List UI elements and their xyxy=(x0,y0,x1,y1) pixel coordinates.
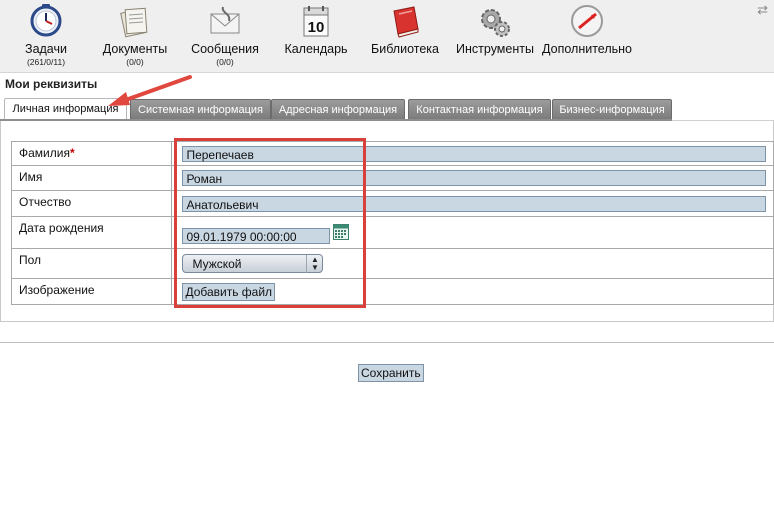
toolbar-tasks-count: (261/0/11) xyxy=(26,57,66,67)
toolbar-library[interactable]: Библиотека xyxy=(366,0,444,72)
toolbar-calendar-label: Календарь xyxy=(284,42,348,56)
footer-divider xyxy=(0,342,774,343)
gears-icon xyxy=(481,9,510,37)
last-name-label: Фамилия* xyxy=(10,141,173,166)
last-name-label-text: Фамилия xyxy=(19,146,70,160)
toolbar-documents-count: (0/0) xyxy=(126,57,144,67)
toolbar-documents[interactable]: Документы (0/0) xyxy=(98,0,172,72)
book-icon xyxy=(393,6,419,38)
toolbar-more[interactable]: Дополнительно xyxy=(539,0,635,72)
calendar-picker-icon[interactable] xyxy=(333,223,350,240)
toolbar-tools-label: Инструменты xyxy=(456,42,534,56)
envelope-icon xyxy=(210,6,240,34)
refresh-icon[interactable]: ⇄ xyxy=(757,2,768,18)
tab-contact-info[interactable]: Контактная информация xyxy=(408,99,551,120)
toolbar-tools[interactable]: Инструменты xyxy=(454,0,536,72)
image-label: Изображение xyxy=(10,278,173,305)
toolbar-library-label: Библиотека xyxy=(371,42,439,56)
toolbar-messages-count: (0/0) xyxy=(216,57,234,67)
form-row-first-name: Имя Роман xyxy=(10,165,774,191)
form-row-birth-date: Дата рождения 09.01.1979 00:00:00 xyxy=(10,216,774,249)
toolbar-messages-label: Сообщения xyxy=(191,42,259,56)
clock-icon xyxy=(30,4,62,37)
first-name-label: Имя xyxy=(10,165,173,191)
toolbar-tasks[interactable]: Задачи (261/0/11) xyxy=(8,0,84,72)
form-row-gender: Пол Мужской ▲ ▼ xyxy=(10,248,774,279)
middle-name-input[interactable]: Анатольевич xyxy=(182,195,766,212)
last-name-input[interactable]: Перепечаев xyxy=(182,145,766,162)
calendar-icon: 10 xyxy=(303,6,329,37)
toolbar-messages[interactable]: Сообщения (0/0) xyxy=(187,0,263,72)
toolbar-calendar[interactable]: 10 Календарь xyxy=(280,0,352,72)
first-name-input[interactable]: Роман xyxy=(182,170,766,186)
documents-icon xyxy=(120,7,148,38)
form-row-middle-name: Отчество Анатольевич xyxy=(10,190,774,217)
toolbar-documents-label: Документы xyxy=(102,42,168,56)
middle-name-label: Отчество xyxy=(10,190,173,217)
form-row-image: Изображение Добавить файл xyxy=(10,278,774,305)
gauge-icon xyxy=(571,5,603,37)
personal-info-form: Фамилия* Перепечаев Имя Роман Отчество А… xyxy=(10,141,774,305)
main-toolbar: Задачи (261/0/11) Документы (0/0) Сообще… xyxy=(0,0,774,73)
page-title: Мои реквизиты xyxy=(5,77,98,91)
tab-address-info[interactable]: Адресная информация xyxy=(271,99,405,120)
required-mark: * xyxy=(69,146,75,160)
gender-label: Пол xyxy=(10,248,173,279)
toolbar-more-label: Дополнительно xyxy=(542,42,632,56)
birth-date-label: Дата рождения xyxy=(10,216,173,249)
add-file-button[interactable]: Добавить файл xyxy=(182,282,276,301)
gender-selected-value: Мужской xyxy=(192,257,242,271)
toolbar-tasks-label: Задачи xyxy=(25,42,67,56)
form-row-last-name: Фамилия* Перепечаев xyxy=(10,141,774,166)
tab-business-info[interactable]: Бизнес-информация xyxy=(552,99,672,120)
annotation-arrow xyxy=(108,75,192,106)
calendar-day-number: 10 xyxy=(308,19,325,36)
updown-arrows-icon: ▲ ▼ xyxy=(306,255,322,273)
birth-date-input[interactable]: 09.01.1979 00:00:00 xyxy=(182,227,331,244)
gender-select[interactable]: Мужской ▲ ▼ xyxy=(182,254,324,273)
save-button[interactable]: Сохранить xyxy=(358,364,424,382)
